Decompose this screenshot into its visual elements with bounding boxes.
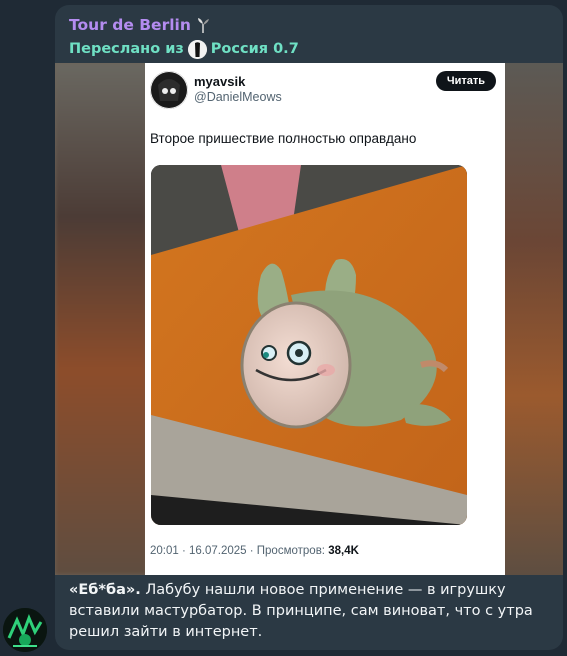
forwarded-source-name: Россия 0.7: [210, 41, 299, 57]
forwarded-prefix: Переслано из: [69, 41, 184, 57]
chat-area: Tour de Berlin Переслано из Россия 0.7 m…: [0, 0, 567, 656]
tweet-photo: [151, 165, 467, 525]
media-blur-left: [55, 63, 147, 575]
media-photo[interactable]: myavsik @DanielMeows Читать Второе прише…: [55, 63, 563, 575]
tweet-author-name: myavsik: [194, 74, 246, 89]
sender-avatar[interactable]: [3, 608, 47, 652]
tweet-screenshot: myavsik @DanielMeows Читать Второе прише…: [145, 63, 505, 575]
message-caption: «Еб*ба». Лабубу нашли новое применение —…: [69, 580, 549, 643]
tweet-text: Второе пришествие полностью оправдано: [150, 131, 417, 146]
tweet-avatar: [150, 71, 188, 109]
channel-name[interactable]: Tour de Berlin: [69, 15, 553, 35]
caption-bold: «Еб*ба».: [69, 582, 141, 598]
channel-name-text: Tour de Berlin: [69, 16, 191, 34]
tweet-timestamp: 20:01 · 16.07.2025 · Просмотров:: [150, 545, 329, 557]
forwarded-from[interactable]: Переслано из Россия 0.7: [69, 39, 553, 59]
source-channel-avatar: [187, 39, 207, 59]
message-bubble[interactable]: Tour de Berlin Переслано из Россия 0.7 m…: [55, 5, 563, 650]
tweet-follow-button: Читать: [436, 71, 496, 91]
message-header: Tour de Berlin Переслано из Россия 0.7: [69, 15, 553, 59]
tweet-views: 38,4K: [328, 545, 359, 557]
rocket-plant-icon: [195, 16, 211, 34]
tweet-meta: 20:01 · 16.07.2025 · Просмотров: 38,4K: [150, 545, 359, 557]
tweet-author-handle: @DanielMeows: [194, 90, 282, 104]
